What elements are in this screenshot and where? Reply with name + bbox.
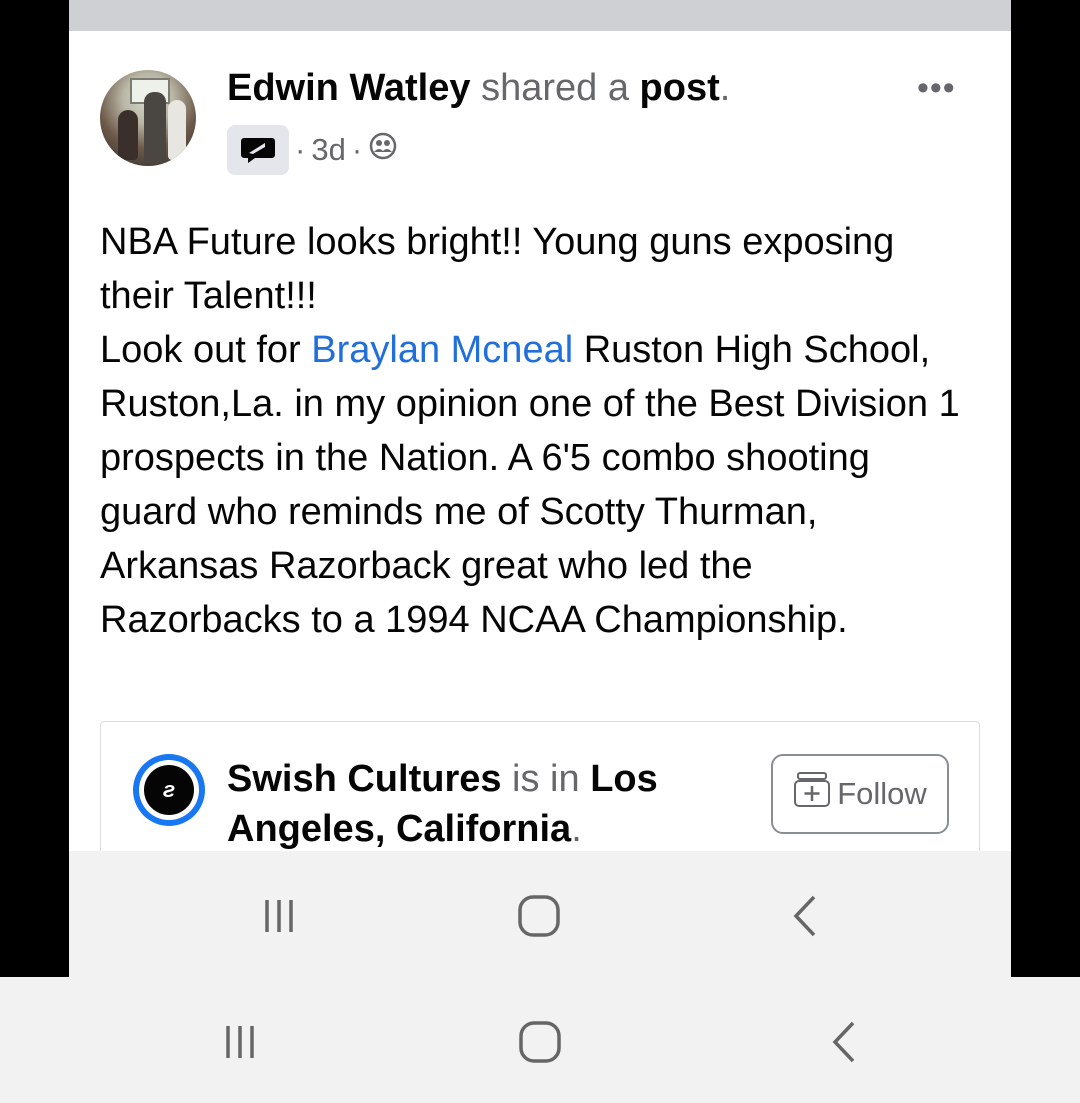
page-logo-glyph: ƨ: [144, 765, 194, 815]
post-body: NBA Future looks bright!! Young guns exp…: [100, 215, 960, 647]
status-bar-strip: [69, 0, 1011, 31]
location-period: .: [571, 808, 582, 850]
meta-dot: ·: [295, 132, 306, 167]
post-text-prefix: Look out for: [100, 329, 312, 371]
shared-post-card[interactable]: ƨ Swish Cultures is in Los Angeles, Cali…: [100, 721, 980, 851]
back-icon[interactable]: [814, 1017, 874, 1067]
avatar-photo-detail: [118, 110, 138, 160]
avatar-photo-detail: [168, 100, 186, 160]
follow-plus-icon: [793, 771, 831, 817]
post-text-intro: NBA Future looks bright!! Young guns exp…: [100, 221, 895, 317]
is-in-text: is in: [501, 758, 591, 800]
tagged-person-link[interactable]: Braylan Mcneal: [311, 329, 573, 371]
system-navigation-bar: [0, 977, 1080, 1103]
page-logo-icon[interactable]: ƨ: [133, 754, 205, 826]
page-name-link[interactable]: Swish Cultures: [227, 758, 502, 800]
post-text-rest: Ruston High School, Ruston,La. in my opi…: [100, 329, 960, 641]
avatar-photo-detail: [144, 92, 166, 162]
more-options-icon[interactable]: •••: [917, 69, 956, 108]
action-text: shared a: [470, 67, 640, 109]
post-card: Edwin Watley shared a post. · 3d · ••• N…: [69, 31, 1011, 851]
follow-button[interactable]: Follow: [771, 754, 949, 834]
recent-apps-icon[interactable]: [210, 1017, 270, 1067]
friends-audience-icon: [368, 131, 398, 169]
page-logo-ring: ƨ: [139, 760, 199, 820]
meta-dot: ·: [351, 132, 363, 167]
inner-navigation-bar: [69, 851, 1011, 977]
header-period: .: [719, 67, 731, 109]
author-avatar[interactable]: [100, 70, 196, 166]
author-name[interactable]: Edwin Watley: [227, 67, 471, 109]
shared-post-icon: [227, 125, 289, 175]
home-icon[interactable]: [509, 891, 569, 941]
home-icon[interactable]: [510, 1017, 570, 1067]
post-time[interactable]: 3d: [311, 132, 345, 168]
back-icon[interactable]: [775, 891, 835, 941]
shared-page-header: Swish Cultures is in Los Angeles, Califo…: [227, 754, 747, 851]
recent-apps-icon[interactable]: [249, 891, 309, 941]
post-header: Edwin Watley shared a post.: [227, 67, 730, 110]
shared-object-link[interactable]: post: [640, 67, 720, 109]
post-meta: · 3d ·: [227, 125, 398, 175]
follow-label: Follow: [837, 776, 927, 811]
